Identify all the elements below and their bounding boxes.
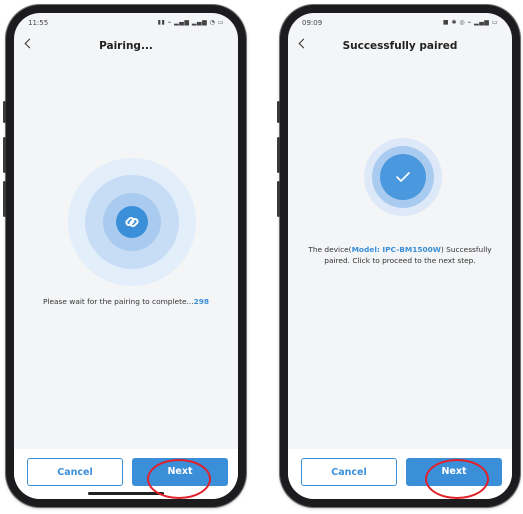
pairing-message: Please wait for the pairing to complete.… bbox=[24, 296, 228, 307]
link-icon bbox=[116, 206, 148, 238]
check-icon bbox=[380, 154, 426, 200]
page-title: Successfully paired bbox=[342, 40, 458, 52]
status-icons: ▮▮ ⌁ ▂▄▆ ▂▄▆ ◔ ▭ bbox=[157, 19, 224, 26]
side-button bbox=[3, 181, 6, 217]
status-icons: ■ ✱ ◎ ⌁ ▂▄▆ ▭ bbox=[442, 19, 498, 26]
side-button bbox=[3, 101, 6, 123]
page-title: Pairing... bbox=[99, 40, 153, 52]
countdown-timer: 298 bbox=[193, 297, 210, 306]
cancel-button[interactable]: Cancel bbox=[301, 458, 397, 486]
screen-paired: 09:09 ■ ✱ ◎ ⌁ ▂▄▆ ▭ Successfully paired … bbox=[288, 13, 512, 499]
phone-paired: 09:09 ■ ✱ ◎ ⌁ ▂▄▆ ▭ Successfully paired … bbox=[277, 5, 520, 507]
cancel-button[interactable]: Cancel bbox=[27, 458, 123, 486]
phone-pairing: 11:55 ▮▮ ⌁ ▂▄▆ ▂▄▆ ◔ ▭ Pairing... Please… bbox=[3, 5, 246, 507]
nav-bar: Successfully paired bbox=[288, 31, 512, 61]
home-indicator bbox=[88, 492, 164, 495]
paired-message-prefix: The device( bbox=[308, 245, 352, 254]
paired-message: The device(Model: IPC-BM1500W) Successfu… bbox=[298, 244, 502, 266]
status-bar: 09:09 ■ ✱ ◎ ⌁ ▂▄▆ ▭ bbox=[288, 13, 512, 31]
side-button bbox=[3, 137, 6, 173]
status-time: 09:09 bbox=[302, 19, 323, 27]
status-time: 11:55 bbox=[28, 19, 49, 27]
device-model: Model: IPC-BM1500W bbox=[351, 245, 441, 254]
status-bar: 11:55 ▮▮ ⌁ ▂▄▆ ▂▄▆ ◔ ▭ bbox=[14, 13, 238, 31]
nav-bar: Pairing... bbox=[14, 31, 238, 61]
side-button bbox=[277, 101, 280, 123]
annotation-circle bbox=[425, 459, 489, 499]
pairing-message-text: Please wait for the pairing to complete.… bbox=[42, 297, 194, 306]
side-button bbox=[277, 137, 280, 173]
screen-pairing: 11:55 ▮▮ ⌁ ▂▄▆ ▂▄▆ ◔ ▭ Pairing... Please… bbox=[14, 13, 238, 499]
side-button bbox=[277, 181, 280, 217]
annotation-circle bbox=[147, 459, 211, 499]
